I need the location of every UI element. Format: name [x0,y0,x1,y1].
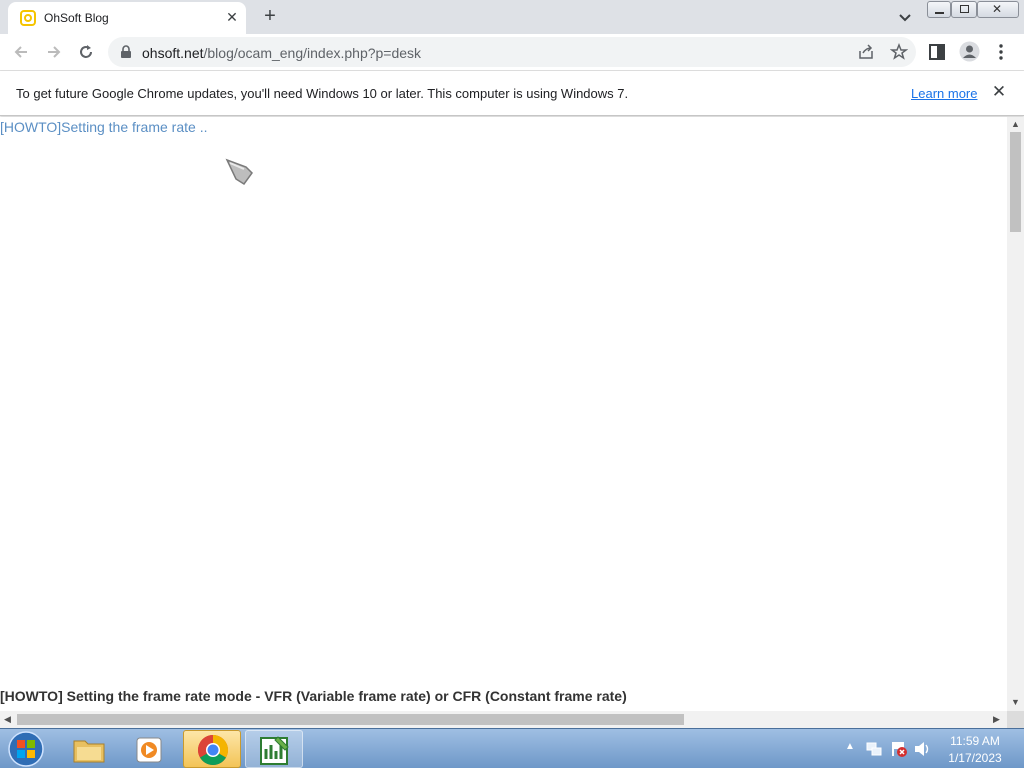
update-infobar: To get future Google Chrome updates, you… [0,71,1024,116]
tab-strip: OhSoft Blog ✕ + ✕ [0,0,1024,34]
page-content: [HOWTO]Setting the frame rate .. [HOWTO]… [0,117,1007,711]
network-icon[interactable] [866,741,882,757]
vertical-scroll-thumb[interactable] [1010,132,1021,232]
post-heading: [HOWTO] Setting the frame rate mode - VF… [0,688,627,704]
scroll-down-icon[interactable]: ▼ [1011,697,1020,707]
taskbar-spreadsheet-app[interactable] [245,730,303,768]
share-icon[interactable] [858,44,874,60]
infobar-message: To get future Google Chrome updates, you… [16,86,629,101]
action-center-warning-icon[interactable] [890,740,908,758]
side-panel-icon[interactable] [929,44,945,60]
blog-favicon-icon [20,10,36,26]
show-hidden-icons-icon[interactable]: ▲ [845,741,855,752]
post-link[interactable]: [HOWTO]Setting the frame rate .. [0,119,207,135]
browser-toolbar: ohsoft.net/blog/ocam_eng/index.php?p=des… [0,34,1024,71]
scrollbar-corner [1007,711,1024,728]
menu-kebab-icon[interactable] [997,43,1005,61]
profile-avatar-icon[interactable] [959,41,980,62]
reload-icon[interactable] [77,43,95,61]
restore-button[interactable] [951,1,977,18]
scroll-right-icon[interactable]: ▶ [993,714,1000,725]
clock-date[interactable]: 1/17/2023 [944,751,1006,765]
bookmark-star-icon[interactable] [890,43,908,61]
start-orb-icon[interactable] [6,730,46,768]
lock-icon [121,45,131,58]
horizontal-scroll-thumb[interactable] [17,714,684,725]
windows-taskbar: ▲ 11:59 AM 1/17/2023 [0,728,1024,768]
folder-icon [73,740,105,763]
scroll-up-icon[interactable]: ▲ [1011,119,1020,129]
taskbar-media-player[interactable] [121,730,179,768]
close-window-icon: ✕ [992,2,1003,16]
tab-search-chevron-icon[interactable] [896,8,914,26]
vertical-scrollbar[interactable]: ▲ ▼ [1007,117,1024,711]
forward-arrow-icon[interactable] [45,43,63,61]
infobar-close-icon[interactable]: ✕ [990,83,1008,101]
address-bar[interactable]: ohsoft.net/blog/ocam_eng/index.php?p=des… [108,37,916,67]
minimize-button[interactable] [927,1,951,18]
tab-ohsoft-blog[interactable]: OhSoft Blog ✕ [8,2,246,34]
learn-more-link[interactable]: Learn more [911,86,977,101]
horizontal-scrollbar[interactable]: ◀ ▶ [0,711,1007,728]
chrome-icon [197,735,229,766]
tab-title: OhSoft Blog [44,11,109,25]
spreadsheet-chart-icon [260,736,289,765]
taskbar-google-chrome[interactable] [183,730,241,768]
new-tab-button[interactable]: + [259,6,281,28]
media-player-icon [136,737,162,763]
mouse-cursor-icon [225,158,253,186]
close-window-button[interactable]: ✕ [977,1,1019,18]
clock-time[interactable]: 11:59 AM [944,734,1006,748]
tab-close-icon[interactable]: ✕ [224,9,240,25]
scroll-left-icon[interactable]: ◀ [4,714,11,725]
taskbar-file-explorer[interactable] [60,730,118,768]
back-arrow-icon[interactable] [12,43,30,61]
url-text: ohsoft.net/blog/ocam_eng/index.php?p=des… [142,45,422,61]
volume-speaker-icon[interactable] [914,741,932,757]
